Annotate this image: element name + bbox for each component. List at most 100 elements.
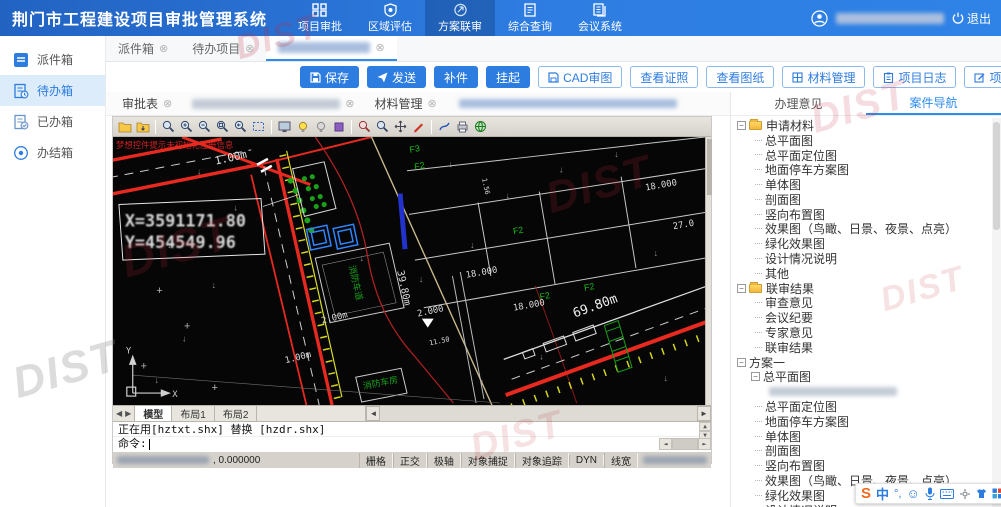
save-button[interactable]: 保存 — [300, 66, 359, 88]
toggle-otrack[interactable]: 对象追踪 — [515, 453, 569, 468]
scroll-thumb[interactable] — [707, 139, 712, 195]
close-icon[interactable]: ⊗ — [245, 42, 254, 55]
sidebar-item-done-box[interactable]: 已办箱 — [0, 106, 105, 137]
sogou-logo-icon[interactable]: S — [861, 485, 871, 502]
toggle-ortho[interactable]: 正交 — [393, 453, 427, 468]
scroll-left-button[interactable]: ◄ — [659, 438, 672, 450]
tree-item[interactable]: 会议纪要 — [731, 310, 991, 325]
collapse-icon[interactable]: − — [737, 358, 746, 367]
nav-item-region-evaluation[interactable]: 区域评估 — [355, 0, 425, 36]
tree-item[interactable]: 专家意见 — [731, 325, 991, 340]
measure-icon[interactable] — [356, 119, 373, 135]
view-certificates-button[interactable]: 查看证照 — [630, 66, 698, 88]
tree-item[interactable]: 竖向布置图 — [731, 458, 991, 473]
scroll-thumb[interactable] — [993, 122, 1000, 230]
view-drawings-button[interactable]: 查看图纸 — [706, 66, 774, 88]
print-icon[interactable] — [454, 119, 471, 135]
import-folder-icon[interactable] — [134, 119, 151, 135]
microphone-icon[interactable] — [925, 487, 935, 500]
tree-item[interactable]: 总平面定位图 — [731, 399, 991, 414]
nav-item-plan-joint-review[interactable]: 方案联审 — [425, 0, 495, 36]
toggle-lineweight[interactable]: 线宽 — [604, 453, 638, 468]
project-tree-button[interactable]: 项目树 — [964, 66, 1001, 88]
supplement-button[interactable]: 补件 — [434, 66, 478, 88]
tab-drawing-file[interactable]: ⊗ — [184, 97, 362, 110]
chinese-mode-icon[interactable]: 中 — [876, 484, 889, 503]
tree-item[interactable]: 审查意见 — [731, 296, 991, 311]
scroll-right-button[interactable]: ► — [697, 406, 711, 421]
toggle-dyn[interactable]: DYN — [569, 455, 604, 466]
command-hscroll[interactable]: ◄ ► — [659, 438, 711, 450]
suspend-button[interactable]: 挂起 — [486, 66, 530, 88]
sidebar-item-dispatch-box[interactable]: 派件箱 — [0, 44, 105, 75]
tree-item[interactable]: 剖面图 — [731, 192, 991, 207]
layers-globe-icon[interactable] — [472, 119, 489, 135]
tree-node[interactable]: −总平面图 — [731, 370, 991, 385]
collapse-icon[interactable]: − — [751, 372, 760, 381]
emoji-icon[interactable]: ☺ — [907, 486, 920, 501]
cad-review-button[interactable]: CAD审图 — [538, 66, 622, 88]
tree-item[interactable]: 设计情况说明 — [731, 251, 991, 266]
tree-item[interactable]: 其他 — [731, 266, 991, 281]
command-vscroll[interactable]: ▲▼ — [699, 422, 711, 437]
cad-vertical-scrollbar[interactable] — [705, 137, 711, 405]
tree-item[interactable]: 地面停车方案图 — [731, 162, 991, 177]
tree-item[interactable]: 总平面定位图 — [731, 148, 991, 163]
sidebar-item-completed-box[interactable]: 办结箱 — [0, 137, 105, 168]
close-icon[interactable]: ⊗ — [159, 42, 168, 55]
tab-current-project[interactable]: ⊗ — [266, 36, 396, 61]
nav-item-meeting-system[interactable]: 会议系统 — [565, 0, 635, 36]
nav-item-project-approval[interactable]: 项目审批 — [285, 0, 355, 36]
close-icon[interactable]: ⊗ — [375, 41, 384, 54]
tab-approval-form[interactable]: 审批表 ⊗ — [114, 95, 180, 112]
zoom-out-icon[interactable] — [196, 119, 213, 135]
zoom-window-icon[interactable] — [160, 119, 177, 135]
cad-canvas[interactable]: ↓↓↓ ↓↓↓ ↓↓↓ ↓↓↓ ↓↓↓ ↓↓↓ ++++ 梦想控件提示未初始化注… — [113, 137, 705, 405]
tab-material-management[interactable]: 材料管理 ⊗ — [366, 95, 444, 112]
material-management-button[interactable]: 材料管理 — [782, 66, 865, 88]
select-window-icon[interactable] — [250, 119, 267, 135]
tree-item[interactable]: 单体图 — [731, 177, 991, 192]
close-icon[interactable]: ⊗ — [345, 97, 354, 110]
tree-folder[interactable]: −联审结果 — [731, 281, 991, 296]
grip-settings-icon[interactable] — [330, 119, 347, 135]
project-log-button[interactable]: 项目日志 — [873, 66, 956, 88]
tree-scrollbar[interactable] — [992, 118, 1001, 507]
tab-model[interactable]: 模型 — [135, 406, 172, 421]
freehand-pen-icon[interactable] — [436, 119, 453, 135]
toggle-grid[interactable]: 栅格 — [359, 453, 393, 468]
send-button[interactable]: 发送 — [367, 66, 426, 88]
tree-item[interactable]: 联审结果 — [731, 340, 991, 355]
command-input[interactable]: 命令: — [113, 437, 711, 451]
collapse-icon[interactable]: − — [737, 284, 746, 293]
tree-item[interactable]: 竖向布置图 — [731, 207, 991, 222]
tab-handling-opinions[interactable]: 办理意见 — [731, 92, 866, 115]
zoom-realtime-icon[interactable] — [374, 119, 391, 135]
tab-todo-projects[interactable]: 待办项目 ⊗ — [180, 36, 266, 61]
tab-layout2[interactable]: 布局2 — [215, 406, 258, 421]
tree-folder[interactable]: −申请材料 — [731, 118, 991, 133]
scroll-left-button[interactable]: ◄ — [366, 406, 380, 421]
keyboard-icon[interactable] — [940, 489, 954, 499]
tab-layout1[interactable]: 布局1 — [172, 406, 215, 421]
toggle-polar[interactable]: 极轴 — [427, 453, 461, 468]
tree-item[interactable]: 效果图（鸟瞰、日景、夜景、点亮） — [731, 222, 991, 237]
pan-icon[interactable] — [392, 119, 409, 135]
redline-pencil-icon[interactable] — [410, 119, 427, 135]
collapse-icon[interactable]: − — [737, 121, 746, 130]
sidebar-item-todo-box[interactable]: 待办箱 — [0, 75, 105, 106]
close-icon[interactable]: ⊗ — [163, 97, 172, 110]
logout-button[interactable]: 退出 — [952, 10, 991, 27]
tree-node[interactable]: −方案一 — [731, 355, 991, 370]
apps-grid-icon[interactable] — [992, 488, 1001, 499]
close-icon[interactable]: ⊗ — [427, 97, 436, 110]
punctuation-icon[interactable]: °, — [894, 488, 901, 500]
tree-item[interactable]: 总平面图 — [731, 133, 991, 148]
tree-item[interactable]: 绿化效果图 — [731, 236, 991, 251]
tree-item-file[interactable] — [731, 384, 991, 399]
nav-item-comprehensive-query[interactable]: 综合查询 — [495, 0, 565, 36]
tab-case-navigation[interactable]: 案件导航 — [866, 92, 1001, 115]
scroll-track[interactable] — [380, 406, 697, 421]
skin-shirt-icon[interactable] — [976, 488, 987, 499]
zoom-previous-icon[interactable] — [232, 119, 249, 135]
